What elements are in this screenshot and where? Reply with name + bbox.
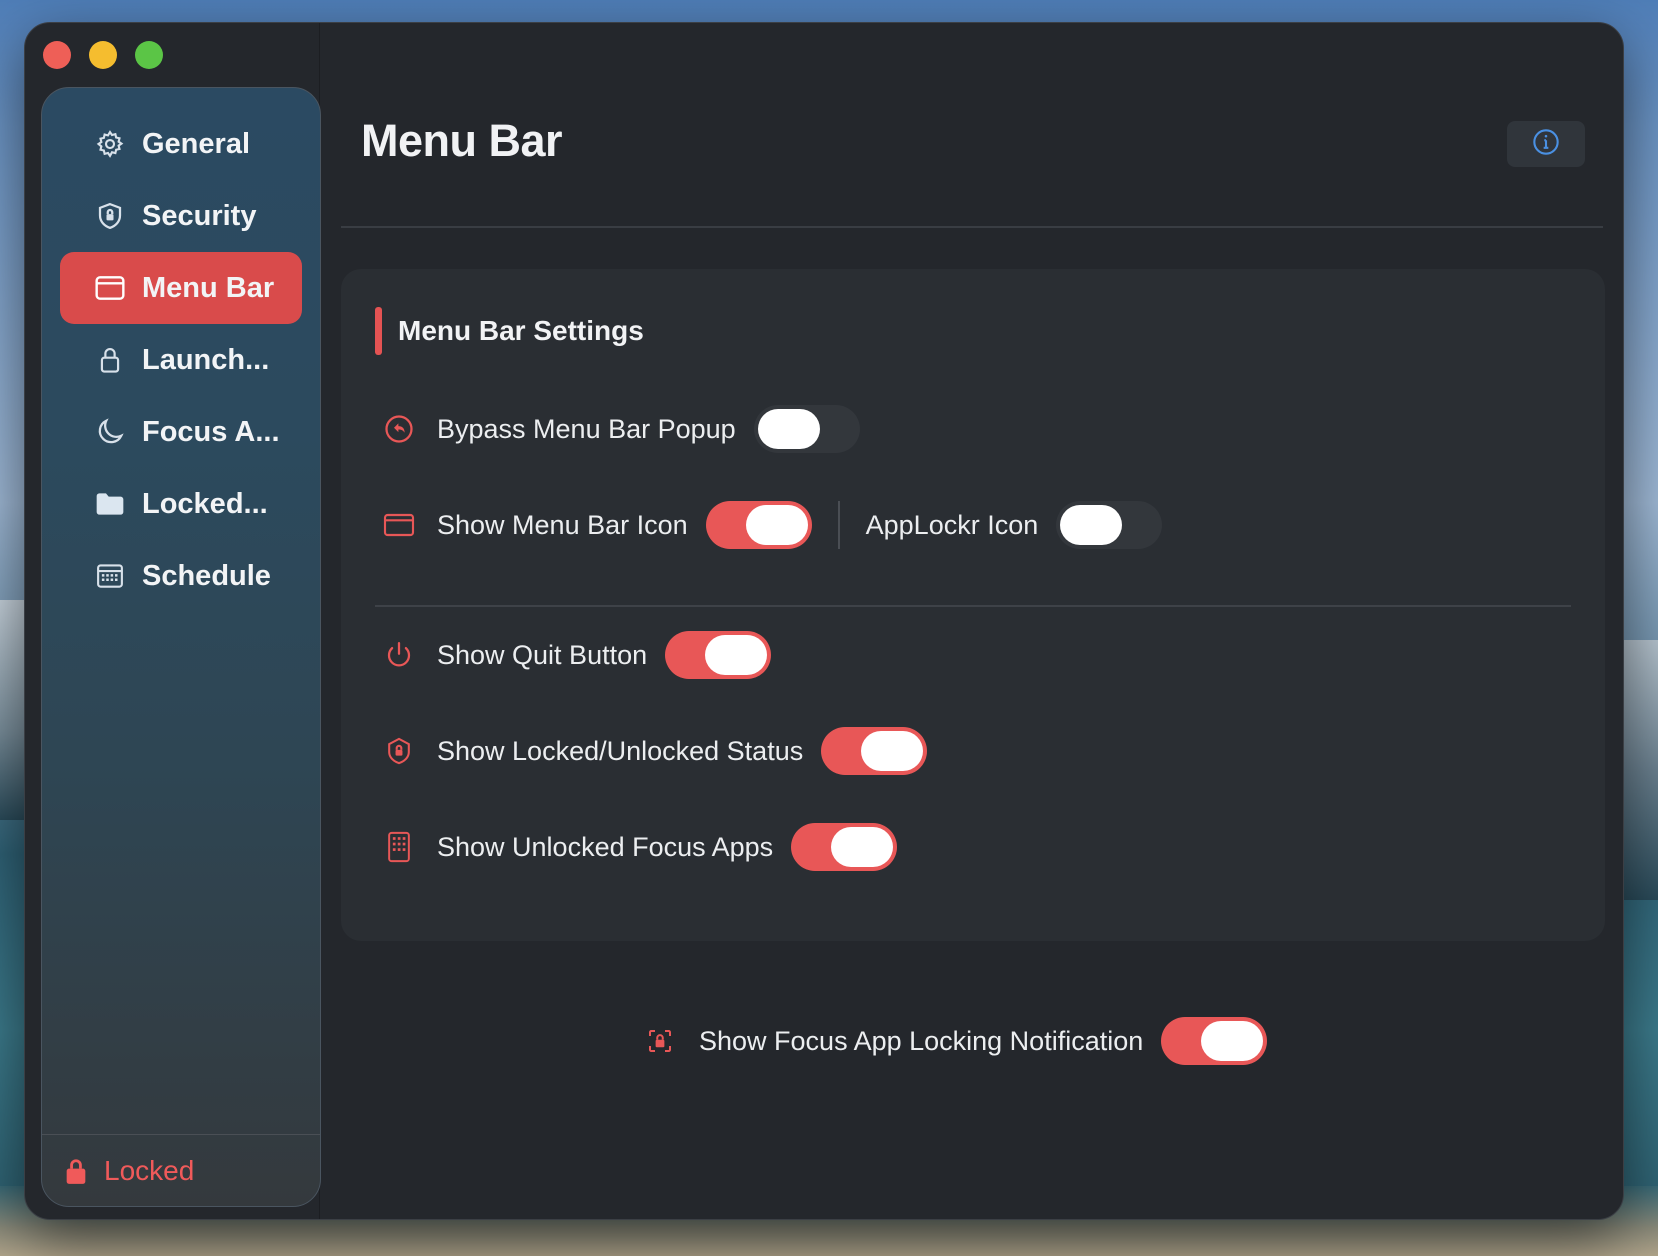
focus-apps-toggle[interactable] — [791, 823, 898, 871]
applockr-icon-toggle[interactable] — [1056, 501, 1163, 549]
moon-icon — [92, 414, 128, 450]
card-divider — [375, 605, 1571, 607]
sidebar-item-launch[interactable]: Launch... — [60, 324, 302, 396]
show-icon-label: Show Menu Bar Icon — [437, 509, 688, 540]
toggle-knob — [1201, 1021, 1264, 1061]
bypass-label: Bypass Menu Bar Popup — [437, 413, 736, 444]
notification-toggle[interactable] — [1161, 1017, 1268, 1065]
device-grid-icon — [383, 831, 415, 863]
bypass-row: Bypass Menu Bar Popup — [383, 403, 860, 455]
bypass-toggle[interactable] — [753, 405, 860, 453]
settings-card: Menu Bar Settings Bypass Menu Bar Popup … — [341, 269, 1605, 941]
lock-notification-icon — [643, 1024, 677, 1058]
page-title: Menu Bar — [361, 115, 563, 166]
calendar-icon — [92, 558, 128, 594]
toggle-knob — [831, 827, 894, 867]
show-icon-row: Show Menu Bar Icon AppLockr Icon — [383, 499, 1163, 551]
sidebar-item-label: Locked... — [142, 487, 268, 520]
row-separator — [837, 501, 840, 549]
main-content: Menu Bar Menu Bar Settings Bypass Menu B… — [341, 23, 1623, 1219]
sidebar-item-label: Launch... — [142, 343, 270, 376]
sidebar-item-label: Menu Bar — [142, 271, 275, 304]
shield-icon — [92, 198, 128, 234]
quit-row: Show Quit Button — [383, 629, 772, 681]
quit-label: Show Quit Button — [437, 639, 648, 670]
toggle-knob — [745, 505, 808, 545]
applockr-icon-label: AppLockr Icon — [865, 509, 1039, 540]
sidebar-item-label: Schedule — [142, 559, 271, 592]
bypass-icon — [383, 413, 415, 445]
sidebar-item-label: Security — [142, 199, 257, 232]
focus-apps-label: Show Unlocked Focus Apps — [437, 831, 774, 862]
status-label: Show Locked/Unlocked Status — [437, 735, 804, 766]
card-title: Menu Bar Settings — [398, 315, 644, 346]
close-button[interactable] — [43, 41, 71, 69]
info-icon — [1532, 128, 1560, 161]
sidebar-item-label: Focus A... — [142, 415, 280, 448]
info-button[interactable] — [1507, 121, 1585, 167]
shield-lock-icon — [383, 735, 415, 767]
lock-icon — [64, 1157, 88, 1185]
card-header: Menu Bar Settings — [375, 307, 644, 355]
sidebar-item-focus-apps[interactable]: Focus A... — [60, 396, 302, 468]
window-controls — [43, 41, 163, 69]
status-toggle[interactable] — [821, 727, 928, 775]
sidebar-item-security[interactable]: Security — [60, 180, 302, 252]
header-divider — [341, 226, 1603, 228]
sidebar-item-menu-bar[interactable]: Menu Bar — [60, 252, 302, 324]
status-row: Show Locked/Unlocked Status — [383, 725, 928, 777]
power-icon — [383, 639, 415, 671]
lock-status-label: Locked — [104, 1154, 195, 1186]
notification-row: Show Focus App Locking Notification — [643, 1015, 1268, 1067]
lock-status[interactable]: Locked — [42, 1134, 320, 1206]
toggle-knob — [861, 731, 924, 771]
sidebar-item-locked[interactable]: Locked... — [60, 468, 302, 540]
sidebar-item-general[interactable]: General — [60, 108, 302, 180]
show-icon-toggle[interactable] — [705, 501, 812, 549]
sidebar: General Security Menu Bar Launch... Focu… — [41, 87, 321, 1207]
focus-apps-row: Show Unlocked Focus Apps — [383, 821, 898, 873]
folder-icon — [92, 486, 128, 522]
gear-icon — [92, 126, 128, 162]
minimize-button[interactable] — [89, 41, 117, 69]
window-icon — [383, 509, 415, 541]
toggle-knob — [705, 635, 768, 675]
zoom-button[interactable] — [135, 41, 163, 69]
lock-icon — [92, 342, 128, 378]
quit-toggle[interactable] — [665, 631, 772, 679]
sidebar-item-label: General — [142, 127, 250, 160]
toggle-knob — [1060, 505, 1123, 545]
toggle-knob — [757, 409, 820, 449]
desktop-background — [1618, 640, 1658, 900]
accent-bar — [375, 307, 382, 355]
sidebar-item-schedule[interactable]: Schedule — [60, 540, 302, 612]
notification-label: Show Focus App Locking Notification — [699, 1025, 1144, 1056]
window-icon — [92, 270, 128, 306]
settings-window: General Security Menu Bar Launch... Focu… — [24, 22, 1624, 1220]
